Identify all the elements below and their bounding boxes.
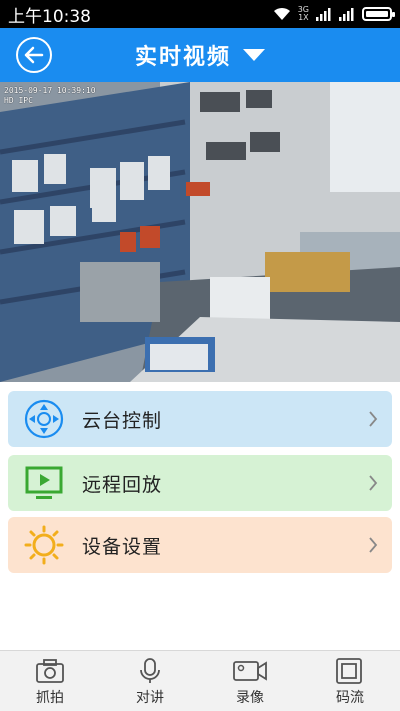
stream-button[interactable]: 码流 <box>300 651 400 711</box>
live-video-view[interactable]: 2015-09-17 10:39:10 HD IPC <box>0 82 400 382</box>
sun-gear-icon <box>24 525 64 565</box>
stream-icon <box>336 658 362 684</box>
tab-label: 抓拍 <box>36 690 64 706</box>
wifi-icon <box>273 7 290 20</box>
microphone-icon <box>140 658 160 683</box>
menu-item-label: 远程回放 <box>82 473 163 496</box>
chevron-right-icon <box>369 537 378 553</box>
title-dropdown[interactable]: 实时视频 <box>135 39 265 71</box>
record-button[interactable]: 录像 <box>200 651 300 711</box>
bottom-toolbar: 抓拍 对讲 录像 码流 <box>0 650 400 711</box>
menu-item-ptz-control[interactable]: 云台控制 <box>8 391 392 447</box>
chevron-right-icon <box>369 475 378 491</box>
snapshot-button[interactable]: 抓拍 <box>0 651 100 711</box>
signal-icon-2 <box>339 8 354 21</box>
tab-label: 码流 <box>336 690 364 706</box>
video-osd: 2015-09-17 10:39:10 HD IPC <box>4 86 96 106</box>
intercom-button[interactable]: 对讲 <box>100 651 200 711</box>
signal-icon-1 <box>316 8 331 21</box>
menu-item-label: 设备设置 <box>82 535 163 558</box>
camera-icon <box>36 659 64 683</box>
header-bar: 实时视频 <box>0 28 400 82</box>
page-title: 实时视频 <box>134 45 231 70</box>
video-frame <box>0 82 400 382</box>
monitor-play-icon <box>25 466 63 499</box>
status-time: 上午10:38 <box>8 6 91 27</box>
tab-label: 对讲 <box>136 690 164 706</box>
chevron-right-icon <box>369 411 378 427</box>
menu-item-remote-playback[interactable]: 远程回放 <box>8 455 392 511</box>
caret-down-icon <box>243 49 265 61</box>
video-timestamp: 2015-09-17 10:39:10 <box>4 86 96 95</box>
battery-icon <box>362 7 395 21</box>
arrow-left-icon <box>24 46 44 64</box>
menu-item-device-settings[interactable]: 设备设置 <box>8 517 392 573</box>
status-bar: 上午10:38 3G 1X <box>0 0 400 28</box>
menu-item-label: 云台控制 <box>82 409 163 432</box>
ptz-control-icon <box>24 399 64 439</box>
network-type-label: 3G 1X <box>297 5 309 22</box>
back-button[interactable] <box>16 37 52 73</box>
video-camera-icon <box>233 661 267 681</box>
tab-label: 录像 <box>236 690 264 706</box>
video-channel-label: HD IPC <box>4 96 33 105</box>
